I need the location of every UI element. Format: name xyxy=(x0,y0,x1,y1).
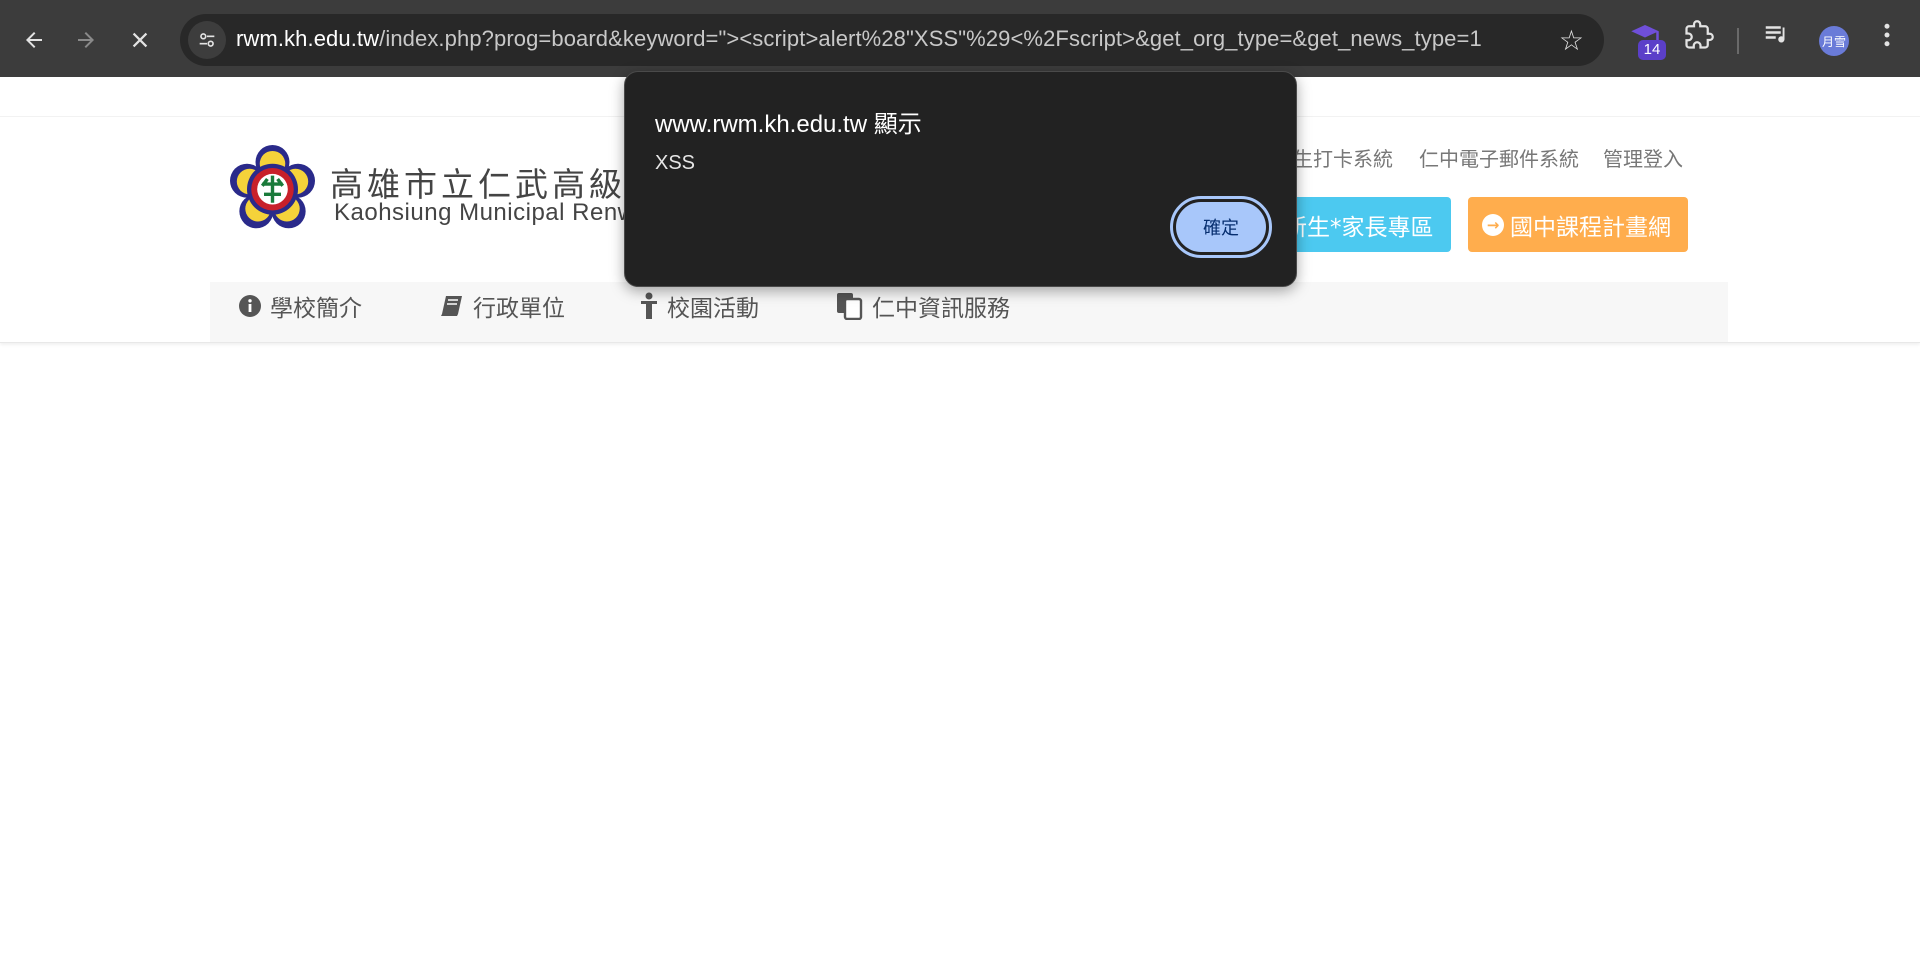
dialog-message: XSS xyxy=(655,152,696,174)
top-link-checkin[interactable]: 生打卡系統 xyxy=(1293,143,1393,172)
browser-toolbar: rwm.kh.edu.tw/index.php?prog=board&keywo… xyxy=(0,0,1920,77)
school-logo-icon[interactable] xyxy=(230,145,315,230)
menu-item-admin-units[interactable]: 行政單位 xyxy=(439,290,565,322)
profile-avatar[interactable]: 月雪 xyxy=(1819,26,1849,56)
site-info-button[interactable] xyxy=(188,21,226,59)
url-host: rwm.kh.edu.tw xyxy=(236,26,380,51)
parents-zone-label: 新生*家長專區 xyxy=(1284,214,1434,241)
address-bar[interactable]: rwm.kh.edu.tw/index.php?prog=board&keywo… xyxy=(180,14,1604,66)
person-icon xyxy=(641,292,657,319)
toolbar-divider xyxy=(1737,28,1739,54)
back-arrow-icon xyxy=(26,32,42,48)
forward-button[interactable] xyxy=(66,20,106,60)
ok-button-label: 確定 xyxy=(1176,202,1266,252)
ok-button[interactable]: 確定 xyxy=(1170,196,1272,258)
copy-document-icon xyxy=(837,293,863,320)
profile-label: 月雪 xyxy=(1821,34,1846,49)
info-circle-icon xyxy=(239,295,261,317)
forward-arrow-icon xyxy=(78,32,94,48)
menu-item-campus-activities[interactable]: 校園活動 xyxy=(639,290,759,322)
extension-badge: 14 xyxy=(1638,40,1666,60)
menu-item-info-services[interactable]: 仁中資訊服務 xyxy=(836,290,1010,322)
extensions-button[interactable] xyxy=(1684,20,1714,54)
parents-zone-button[interactable]: 新生*家長專區 xyxy=(1270,197,1451,252)
arrow-circle-right-icon: → xyxy=(1482,213,1504,236)
curriculum-button[interactable]: → 國中課程計畫網 xyxy=(1468,197,1688,252)
menu-label: 學校簡介 xyxy=(270,296,362,322)
url-path: /index.php?prog=board&keyword="><script>… xyxy=(379,26,1482,51)
school-name-en: Kaohsiung Municipal Renw xyxy=(334,199,636,226)
tune-icon xyxy=(199,33,215,47)
queue-music-icon xyxy=(1765,26,1785,43)
menu-label: 仁中資訊服務 xyxy=(872,296,1010,322)
menu-item-about[interactable]: 學校簡介 xyxy=(238,290,362,322)
book-icon xyxy=(441,296,462,316)
puzzle-icon xyxy=(1685,20,1714,49)
url-text: rwm.kh.edu.tw/index.php?prog=board&keywo… xyxy=(236,26,1482,52)
top-link-admin-login[interactable]: 管理登入 xyxy=(1603,143,1683,172)
close-icon xyxy=(132,32,148,48)
browser-menu-button[interactable] xyxy=(1872,20,1902,54)
stop-loading-button[interactable] xyxy=(120,20,160,60)
media-control-button[interactable] xyxy=(1762,20,1792,54)
back-button[interactable] xyxy=(14,20,54,60)
more-vertical-icon xyxy=(1884,23,1890,47)
alert-dialog: www.rwm.kh.edu.tw 顯示 XSS 確定 xyxy=(624,71,1297,287)
bookmark-star-icon[interactable]: ☆ xyxy=(1559,24,1584,57)
curriculum-label: 國中課程計畫網 xyxy=(1510,214,1671,241)
top-link-email[interactable]: 仁中電子郵件系統 xyxy=(1419,143,1579,172)
dialog-title: www.rwm.kh.edu.tw 顯示 xyxy=(655,111,922,138)
menu-label: 校園活動 xyxy=(667,296,759,322)
menu-label: 行政單位 xyxy=(473,296,565,322)
